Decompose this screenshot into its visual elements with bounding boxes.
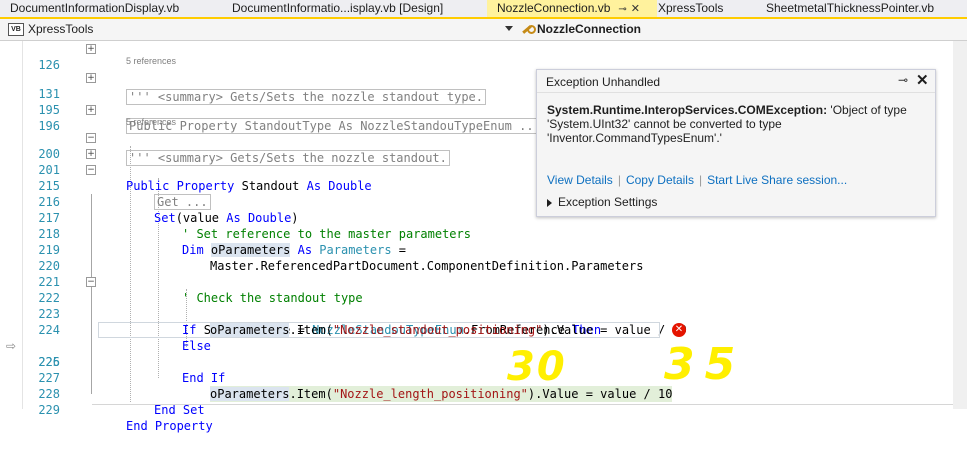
codelens-references[interactable]: 5 references xyxy=(126,56,176,66)
collapse-icon[interactable]: − xyxy=(86,165,96,175)
close-icon[interactable]: ✕ xyxy=(631,3,640,15)
expand-icon[interactable]: + xyxy=(86,149,96,159)
live-share-link[interactable]: Start Live Share session... xyxy=(707,173,847,187)
tab-nozzleconnection-vb[interactable]: NozzleConnection.vb ⊸ ✕ xyxy=(487,0,657,17)
view-details-link[interactable]: View Details xyxy=(547,173,613,187)
chevron-down-icon xyxy=(505,26,513,31)
code-line: 126 + ''' <summary> Gets/Sets the nozzle… xyxy=(0,41,967,105)
divider xyxy=(537,92,935,93)
code-line: 223 oParameters.Item("Nozzle_standout_po… xyxy=(0,290,967,337)
project-dropdown[interactable]: VB XpressTools xyxy=(8,19,513,40)
handwritten-annotation-35: 35 xyxy=(664,339,746,390)
collapse-icon[interactable]: − xyxy=(86,277,96,287)
expand-icon[interactable]: + xyxy=(86,44,96,54)
tab-documentinformationdisplay-vb[interactable]: DocumentInformationDisplay.vb xyxy=(0,0,231,17)
tab-label: XpressTools xyxy=(658,1,724,15)
exception-settings-expander[interactable]: Exception Settings xyxy=(547,195,657,209)
tab-xpresstools[interactable]: XpressTools xyxy=(648,0,765,17)
project-name: XpressTools xyxy=(28,22,94,36)
copy-details-link[interactable]: Copy Details xyxy=(626,173,694,187)
tab-label: NozzleConnection.vb xyxy=(497,1,611,15)
code-line: 227 xyxy=(0,354,967,385)
handwritten-annotation-30: 30 xyxy=(507,344,567,390)
expand-icon[interactable]: + xyxy=(86,73,96,83)
popup-title: Exception Unhandled xyxy=(546,75,661,89)
code-line: 228 End Set xyxy=(0,370,967,417)
keyword: End Property xyxy=(126,419,213,433)
tab-label: DocumentInformatio...isplay.vb [Design] xyxy=(232,1,444,15)
code-line: 224 Else xyxy=(0,306,967,353)
class-icon xyxy=(521,24,536,36)
current-line-border xyxy=(98,322,660,338)
exception-message: System.Runtime.InteropServices.COMExcept… xyxy=(547,103,927,145)
class-name: NozzleConnection xyxy=(537,22,641,36)
separator: | xyxy=(617,173,621,187)
code-line: 221 ' Check the standout type xyxy=(0,258,967,305)
code-line: 229 End Property xyxy=(0,386,967,433)
pin-icon[interactable]: ⊸ xyxy=(898,73,908,87)
code-line: 222 − If StandoutType = NozzleStandouTyp… xyxy=(0,274,967,337)
tab-documentinformationdisplay-design[interactable]: DocumentInformatio...isplay.vb [Design] xyxy=(222,0,494,17)
method-separator xyxy=(92,404,953,405)
exception-settings-label: Exception Settings xyxy=(558,195,658,209)
vb-file-icon: VB xyxy=(8,23,24,37)
exception-error-icon[interactable]: ✕ xyxy=(672,323,686,337)
code-line: 226 End If xyxy=(0,338,967,385)
code-line: 219 Master.ReferencedPartDocument.Compon… xyxy=(0,226,967,273)
vertical-scrollbar[interactable] xyxy=(953,41,967,409)
class-dropdown[interactable]: NozzleConnection xyxy=(521,19,961,40)
exception-unhandled-popup: Exception Unhandled ⊸ ✕ System.Runtime.I… xyxy=(536,69,936,217)
exception-type: System.Runtime.InteropServices.COMExcept… xyxy=(547,103,828,117)
collapse-icon[interactable]: − xyxy=(86,133,96,143)
navigation-bar: VB XpressTools NozzleConnection xyxy=(0,19,967,41)
tab-sheetmetalthicknesspointer-vb[interactable]: SheetmetalThicknessPointer.vb xyxy=(756,0,967,17)
pin-icon[interactable]: ⊸ xyxy=(618,4,626,15)
tab-label: DocumentInformationDisplay.vb xyxy=(10,1,180,15)
expand-icon[interactable]: + xyxy=(86,105,96,115)
code-line: 220 xyxy=(0,242,967,273)
separator: | xyxy=(698,173,703,187)
document-tab-bar: DocumentInformationDisplay.vb DocumentIn… xyxy=(0,0,967,19)
expand-triangle-icon xyxy=(547,198,552,207)
tab-label: SheetmetalThicknessPointer.vb xyxy=(766,1,935,15)
codelens-references[interactable]: 5 references xyxy=(126,117,176,127)
close-icon[interactable]: ✕ xyxy=(916,71,929,89)
line-number: 229 xyxy=(38,403,60,417)
current-statement-line: ⇨ 225 oParameters.Item("Nozzle_length_po… xyxy=(0,322,967,402)
popup-links: View Details | Copy Details | Start Live Sha… xyxy=(547,173,847,187)
